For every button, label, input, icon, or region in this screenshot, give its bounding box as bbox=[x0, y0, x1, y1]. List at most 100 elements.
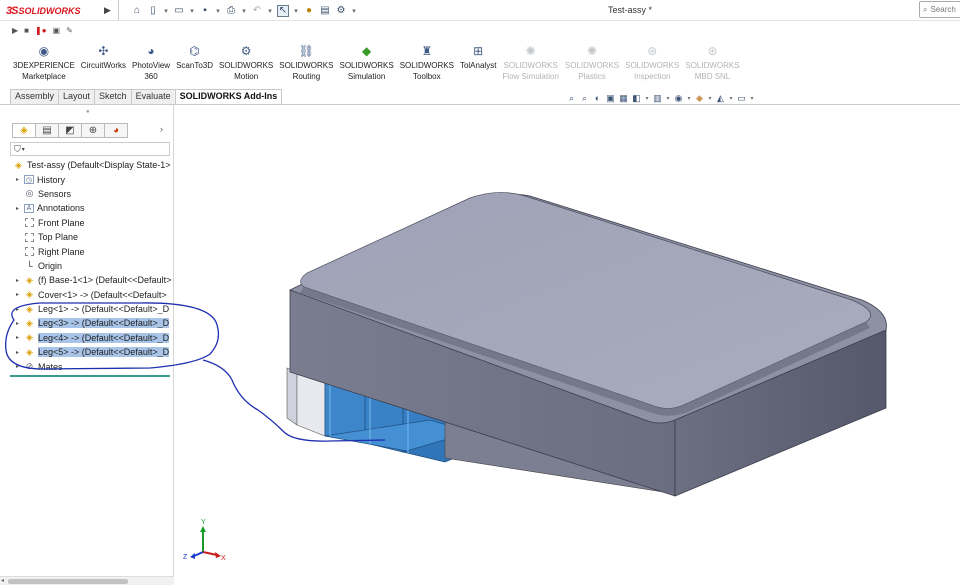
view-orientation-dropdown-icon[interactable]: ▾ bbox=[644, 95, 650, 102]
configuration-manager-tab-icon[interactable]: ◩ bbox=[58, 123, 82, 138]
previous-view-icon[interactable]: ◐ bbox=[592, 93, 603, 103]
expand-arrow-icon[interactable]: ▸ bbox=[12, 176, 23, 183]
solidworks-logo[interactable]: 3S SOLIDWORKS bbox=[6, 3, 80, 18]
tree-item[interactable]: └ Origin bbox=[12, 259, 176, 273]
undo-icon[interactable]: ↶ bbox=[251, 5, 263, 17]
view-orientation-icon[interactable]: ◧ bbox=[631, 93, 642, 104]
expand-arrow-icon[interactable]: ▸ bbox=[12, 349, 23, 356]
tree-item[interactable]: Right Plane bbox=[12, 244, 176, 258]
record-macro-icon[interactable]: ❚● bbox=[35, 26, 47, 35]
expand-arrow-icon[interactable]: ▸ bbox=[12, 320, 23, 327]
new-macro-icon[interactable]: ▣ bbox=[53, 26, 61, 35]
home-icon[interactable]: ⌂ bbox=[131, 5, 143, 17]
scroll-left-arrow-icon[interactable]: ◂ bbox=[1, 577, 4, 584]
assembly-model[interactable] bbox=[286, 192, 887, 497]
feature-manager-panel: ● ◈ ▤ ◩ ⊕ ◕ › ⛉ ▾ ◈ Test-assy (Default<D… bbox=[0, 105, 174, 585]
print-icon[interactable]: ⎙ bbox=[225, 5, 237, 17]
open-dropdown-icon[interactable]: ▾ bbox=[189, 5, 195, 17]
command-marketplace[interactable]: ◉ 3DEXPERIENCE Marketplace bbox=[10, 42, 78, 82]
command-scanto3d[interactable]: ⌬ ScanTo3D bbox=[173, 42, 216, 71]
play-macro-icon[interactable]: ▶ bbox=[12, 26, 18, 35]
tree-item[interactable]: ▸ ◈ Leg<4> -> (Default<<Default>_D bbox=[12, 331, 176, 345]
scrollbar-thumb[interactable] bbox=[8, 579, 128, 584]
scene-dropdown-icon[interactable]: ▾ bbox=[728, 95, 734, 102]
property-manager-tab-icon[interactable]: ▤ bbox=[35, 123, 59, 138]
command-tolanalyst[interactable]: ⊞ TolAnalyst bbox=[457, 42, 499, 71]
menu-expand-icon[interactable]: ▶ bbox=[104, 5, 111, 16]
command-360[interactable]: ◕ PhotoView 360 bbox=[129, 42, 173, 82]
command-inspection[interactable]: ⊛ SOLIDWORKS Inspection bbox=[622, 42, 682, 82]
tab-solidworks-add-ins[interactable]: SOLIDWORKS Add-Ins bbox=[174, 89, 283, 104]
view-settings-dropdown-icon[interactable]: ▾ bbox=[749, 95, 755, 102]
tab-sketch[interactable]: Sketch bbox=[94, 89, 132, 104]
command-routing[interactable]: ⛓ SOLIDWORKS Routing bbox=[276, 42, 336, 82]
command-plastics[interactable]: ✺ SOLIDWORKS Plastics bbox=[562, 42, 622, 82]
zoom-to-fit-icon[interactable]: ⌕ bbox=[566, 93, 577, 104]
command-circuitworks[interactable]: ✣ CircuitWorks bbox=[78, 42, 129, 71]
tree-item[interactable]: Front Plane bbox=[12, 216, 176, 230]
options-gear-icon[interactable]: ⚙ bbox=[335, 5, 347, 17]
tree-item[interactable]: ▸ ◈ Leg<5> -> (Default<<Default>_D bbox=[12, 345, 176, 359]
hide-show-items-icon[interactable]: ◉ bbox=[673, 93, 684, 104]
tree-item[interactable]: ▸ ◷ History bbox=[12, 172, 176, 186]
print-dropdown-icon[interactable]: ▾ bbox=[241, 5, 247, 17]
edit-macro-icon[interactable]: ✎ bbox=[66, 26, 73, 35]
command-mbd-snl[interactable]: ⊛ SOLIDWORKS MBD SNL bbox=[682, 42, 742, 82]
apply-scene-icon[interactable]: ◭ bbox=[715, 93, 726, 104]
hide-show-dropdown-icon[interactable]: ▾ bbox=[686, 95, 692, 102]
select-dropdown-icon[interactable]: ▾ bbox=[293, 5, 299, 17]
save-icon[interactable]: ▪ bbox=[199, 5, 211, 17]
options-dropdown-icon[interactable]: ▾ bbox=[351, 5, 357, 17]
stop-macro-icon[interactable]: ■ bbox=[24, 26, 29, 35]
panel-grip-icon[interactable]: ● bbox=[86, 109, 90, 115]
command-motion[interactable]: ⚙ SOLIDWORKS Motion bbox=[216, 42, 276, 82]
tabs-next-arrow-icon[interactable]: › bbox=[160, 124, 163, 134]
tree-item[interactable]: Top Plane bbox=[12, 230, 176, 244]
new-document-icon[interactable]: ▯ bbox=[147, 5, 159, 17]
expand-arrow-icon[interactable]: ▸ bbox=[12, 291, 23, 298]
open-folder-icon[interactable]: ▭ bbox=[173, 5, 185, 17]
expand-arrow-icon[interactable]: ▸ bbox=[12, 363, 23, 370]
zoom-to-area-icon[interactable]: ⌕ bbox=[579, 93, 590, 104]
rebuild-icon[interactable]: ● bbox=[303, 5, 315, 17]
command-flow-simulation[interactable]: ✺ SOLIDWORKS Flow Simulation bbox=[499, 42, 561, 82]
edit-appearance-icon[interactable]: ◆ bbox=[694, 93, 705, 104]
expand-arrow-icon[interactable]: ▸ bbox=[12, 277, 23, 284]
expand-arrow-icon[interactable]: ▸ bbox=[12, 334, 23, 341]
tree-item[interactable]: ▸ ⊘ Mates bbox=[12, 359, 176, 373]
tree-root-assembly[interactable]: ◈ Test-assy (Default<Display State-1> bbox=[12, 158, 176, 172]
tab-layout[interactable]: Layout bbox=[58, 89, 96, 104]
dimxpert-tab-icon[interactable]: ⊕ bbox=[81, 123, 105, 138]
rollback-bar[interactable] bbox=[10, 374, 170, 377]
display-style-dropdown-icon[interactable]: ▾ bbox=[665, 95, 671, 102]
search-input[interactable]: ⌕ Search bbox=[919, 1, 960, 18]
motion-icon: ⚙ bbox=[240, 44, 252, 58]
tree-item[interactable]: ▸ ◈ (f) Base-1<1> (Default<<Default> bbox=[12, 273, 176, 287]
tree-item[interactable]: ◎ Sensors bbox=[12, 187, 176, 201]
undo-dropdown-icon[interactable]: ▾ bbox=[267, 5, 273, 17]
section-view-icon[interactable]: ▣ bbox=[605, 93, 616, 104]
tree-filter-field[interactable]: ⛉ ▾ bbox=[10, 142, 170, 156]
tab-evaluate[interactable]: Evaluate bbox=[130, 89, 176, 104]
expand-arrow-icon[interactable]: ▸ bbox=[12, 205, 23, 212]
tree-horizontal-scrollbar[interactable]: ◂ bbox=[0, 576, 174, 585]
dynamic-annotation-icon[interactable]: ▦ bbox=[618, 93, 629, 104]
tree-item[interactable]: ▸ ◈ Cover<1> -> (Default<<Default> bbox=[12, 288, 176, 302]
expand-arrow-icon[interactable]: ▸ bbox=[12, 306, 23, 313]
command-toolbox[interactable]: ♜ SOLIDWORKS Toolbox bbox=[397, 42, 457, 82]
tree-item[interactable]: ▸ ◈ Leg<3> -> (Default<<Default>_D bbox=[12, 316, 176, 330]
tab-assembly[interactable]: Assembly bbox=[10, 89, 60, 104]
new-dropdown-icon[interactable]: ▾ bbox=[163, 5, 169, 17]
appearance-dropdown-icon[interactable]: ▾ bbox=[707, 95, 713, 102]
tree-item[interactable]: ▸ A Annotations bbox=[12, 201, 176, 215]
display-manager-tab-icon[interactable]: ◕ bbox=[104, 123, 128, 138]
save-dropdown-icon[interactable]: ▾ bbox=[215, 5, 221, 17]
select-pointer-icon[interactable]: ↖ bbox=[277, 4, 289, 17]
tree-item[interactable]: ▸ ◈ Leg<1> -> (Default<<Default>_D bbox=[12, 302, 176, 316]
graphics-viewport[interactable]: Y X Z bbox=[175, 105, 960, 585]
view-settings-icon[interactable]: ▭ bbox=[736, 93, 747, 104]
command-simulation[interactable]: ◆ SOLIDWORKS Simulation bbox=[336, 42, 396, 82]
display-style-icon[interactable]: ▥ bbox=[652, 93, 663, 104]
feature-tree-tab-icon[interactable]: ◈ bbox=[12, 123, 36, 138]
file-properties-icon[interactable]: ▤ bbox=[319, 5, 331, 17]
